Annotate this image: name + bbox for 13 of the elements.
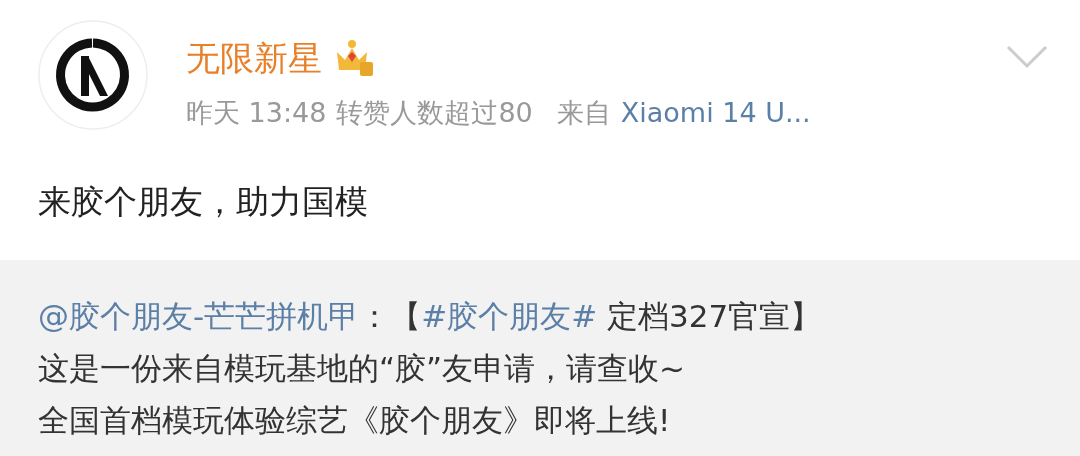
topic-link[interactable]: #胶个朋友# [421,298,598,334]
source-label: 来自 [556,96,611,130]
repost-stat: 转赞人数超过80 [336,96,533,130]
post-time: 昨天 13:48 [186,96,327,130]
avatar-logo-icon[interactable] [38,20,148,130]
repost-text: 全国首档模玩体验综艺《胶个朋友》即将上线! [38,401,672,440]
mention-link[interactable]: @胶个朋友-芒芒拼机甲 [38,298,360,334]
repost-text: 这是一份来自模玩基地的“胶”友申请，请查收~ [38,349,687,388]
post-text: 来胶个朋友，助力国模 [37,181,369,223]
author-name[interactable]: 无限新星 [186,38,322,78]
source-link[interactable]: Xiaomi 14 U... [620,96,811,130]
crown-icon [334,38,374,78]
repost-text: @胶个朋友-芒芒拼机甲：【#胶个朋友# 定档327官宣】 [38,297,823,336]
